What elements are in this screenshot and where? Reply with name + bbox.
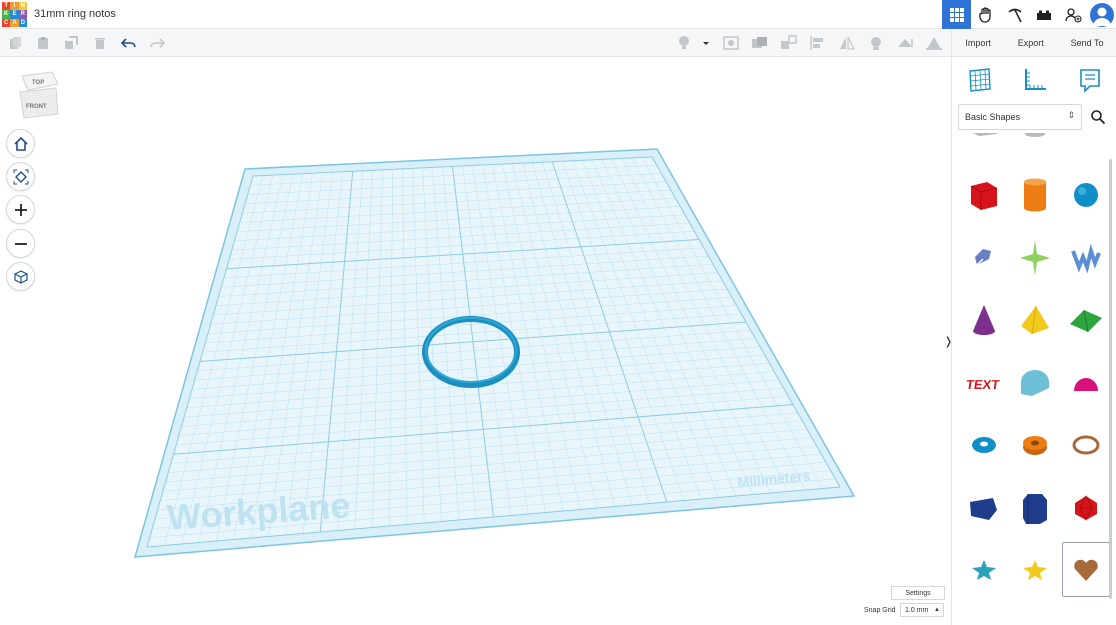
svg-text:TEXT: TEXT xyxy=(966,377,1000,392)
workplane-grid xyxy=(147,157,840,547)
shape-torus[interactable] xyxy=(960,417,1008,472)
logo-letter: T xyxy=(2,2,11,11)
search-icon xyxy=(1091,110,1106,125)
add-user-icon[interactable] xyxy=(1058,0,1087,29)
shape-box[interactable] xyxy=(960,167,1008,222)
pickaxe-icon[interactable] xyxy=(1000,0,1029,29)
panel-actions: Import Export Send To xyxy=(952,29,1116,57)
fit-view-icon xyxy=(13,169,28,184)
home-view-button[interactable] xyxy=(6,129,35,158)
zoom-out-icon xyxy=(14,242,27,245)
logo-letter: R xyxy=(18,10,27,19)
viewcube-front-label: FRONT xyxy=(26,104,47,110)
shape-round-roof[interactable] xyxy=(1011,355,1059,410)
cruise-icon[interactable] xyxy=(867,35,885,51)
undo-icon[interactable] xyxy=(121,35,137,51)
shape-tube[interactable] xyxy=(1011,417,1059,472)
shape-sphere-hole[interactable] xyxy=(1062,133,1110,153)
zoom-out-button[interactable] xyxy=(6,229,35,258)
snap-grid-label: Snap Grid xyxy=(864,607,896,614)
perspective-icon xyxy=(13,269,28,284)
3d-design-grid-icon[interactable] xyxy=(942,0,971,29)
ungroup-icon[interactable] xyxy=(780,35,798,51)
shape-text-3d[interactable] xyxy=(1062,230,1110,285)
fit-view-button[interactable] xyxy=(6,162,35,191)
shape-cylinder[interactable] xyxy=(1011,167,1059,222)
shape-icosahedron[interactable] xyxy=(1062,480,1110,535)
shape-polygon[interactable] xyxy=(1011,480,1059,535)
shape-library-label: Basic Shapes xyxy=(965,112,1021,122)
zoom-in-icon xyxy=(14,203,27,216)
select-arrows-icon: ⇕ xyxy=(1067,110,1075,120)
shape-ring[interactable] xyxy=(1062,417,1110,472)
shape-heart[interactable] xyxy=(1062,542,1110,597)
logo-letter: E xyxy=(10,10,19,19)
shape-sphere[interactable] xyxy=(1062,167,1110,222)
workplane-grid-icon[interactable] xyxy=(967,67,993,93)
brick-icon[interactable] xyxy=(1029,0,1058,29)
logo-letter: N xyxy=(18,2,27,11)
dropdown-arrow-icon: ▲ xyxy=(934,607,940,613)
shape-cone[interactable] xyxy=(960,292,1008,347)
view-cube[interactable]: TOP FRONT xyxy=(18,70,62,122)
home-icon xyxy=(13,136,28,151)
logo-letter: A xyxy=(10,18,19,27)
view-mode-icons xyxy=(952,64,1116,96)
logo-letter: K xyxy=(2,10,11,19)
paste-icon[interactable] xyxy=(35,35,51,51)
delete-icon[interactable] xyxy=(92,35,108,51)
copy-icon[interactable] xyxy=(8,35,24,51)
ruler-icon[interactable] xyxy=(925,35,943,51)
duplicate-icon[interactable] xyxy=(63,35,79,51)
shape-cylinder-hole[interactable] xyxy=(1011,133,1059,153)
group-icon[interactable] xyxy=(751,35,769,51)
shape-scribble[interactable] xyxy=(960,230,1008,285)
user-avatar-icon[interactable] xyxy=(1087,0,1116,29)
top-bar: TINKERCAD 31mm ring notos xyxy=(0,0,1116,29)
edit-toolbar xyxy=(0,29,951,57)
viewcube-top-label: TOP xyxy=(32,80,44,86)
shape-box-hole[interactable] xyxy=(960,133,1008,153)
shape-graphic[interactable] xyxy=(1011,230,1059,285)
logo-letter: C xyxy=(2,18,11,27)
shapes-scrollbar[interactable] xyxy=(1109,159,1112,599)
snap-grid-select[interactable]: 1.0 mm ▲ xyxy=(900,603,944,617)
hand-icon[interactable] xyxy=(971,0,1000,29)
shape-pyramid[interactable] xyxy=(1011,292,1059,347)
workplane-canvas[interactable]: Workplane Millimeters xyxy=(0,57,951,625)
perspective-button[interactable] xyxy=(6,262,35,291)
zoom-in-button[interactable] xyxy=(6,195,35,224)
right-panel: Import Export Send To Basic Shapes ⇕ TEX… xyxy=(951,29,1116,625)
workplane-icon[interactable] xyxy=(896,35,914,51)
dropdown-icon[interactable] xyxy=(700,35,718,51)
shape-text[interactable]: TEXT xyxy=(960,355,1008,410)
shape-half-sphere[interactable] xyxy=(1062,355,1110,410)
settings-button[interactable]: Settings xyxy=(891,586,945,600)
mirror-icon[interactable] xyxy=(838,35,856,51)
notes-icon[interactable] xyxy=(1077,67,1103,93)
shape-library-select[interactable]: Basic Shapes ⇕ xyxy=(958,104,1082,130)
shape-star[interactable] xyxy=(960,542,1008,597)
document-title[interactable]: 31mm ring notos xyxy=(34,8,116,20)
logo-letter: D xyxy=(18,18,27,27)
light-bulb-icon[interactable] xyxy=(676,35,694,51)
ruler-icon[interactable] xyxy=(1022,67,1048,93)
send-to-button[interactable]: Send To xyxy=(1067,38,1108,48)
header-icons xyxy=(942,0,1116,29)
hide-icon[interactable] xyxy=(722,35,740,51)
align-icon[interactable] xyxy=(809,35,827,51)
shape-wedge[interactable] xyxy=(960,480,1008,535)
redo-icon[interactable] xyxy=(149,35,165,51)
logo-letter: I xyxy=(10,2,19,11)
snap-grid-value: 1.0 mm xyxy=(905,606,929,614)
shape-roof[interactable] xyxy=(1062,292,1110,347)
shape-grid: TEXT xyxy=(952,133,1112,625)
shape-star-gold[interactable] xyxy=(1011,542,1059,597)
search-button[interactable] xyxy=(1084,104,1112,130)
tinkercad-logo[interactable]: TINKERCAD xyxy=(2,2,27,27)
import-button[interactable]: Import xyxy=(961,38,995,48)
export-button[interactable]: Export xyxy=(1014,38,1048,48)
